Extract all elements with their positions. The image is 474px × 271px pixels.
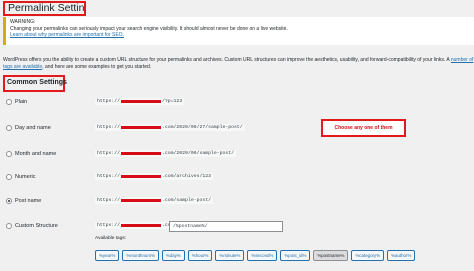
radio-month-and-name[interactable] [6,151,12,157]
option-plain[interactable]: Plain [6,97,27,107]
url-example-day-and-name: https://.com/2020/06/27/sample-post/ [95,124,245,131]
page-title: Permalink Settings [3,1,86,16]
radio-day-and-name[interactable] [6,125,12,131]
url-example-month-and-name: https://.com/2020/06/sample-post/ [95,150,236,157]
option-label-month-and-name: Month and name [15,151,57,157]
option-custom-structure[interactable]: Custom Structure [6,221,58,231]
common-settings-heading: Common Settings [3,75,67,92]
tag-button-postname[interactable]: %postname% [313,250,349,261]
tag-button-post-id[interactable]: %post_id% [280,250,311,261]
option-numeric[interactable]: Numeric [6,172,35,182]
redacted-domain [121,224,162,227]
option-label-custom-structure: Custom Structure [15,223,58,229]
redacted-domain [121,152,162,155]
option-label-post-name: Post name [15,198,42,204]
tag-button-year[interactable]: %year% [95,250,120,261]
url-example-custom-structure: https://.com [95,222,176,229]
tag-button-category[interactable]: %category% [351,250,385,261]
intro-paragraph: WordPress offers you the ability to crea… [3,57,474,70]
custom-structure-input[interactable]: /%postname%/ [169,221,283,232]
tag-button-second[interactable]: %second% [247,250,278,261]
tag-button-day[interactable]: %day% [161,250,185,261]
available-tags-label: Available tags: [95,236,127,241]
redacted-domain [121,100,162,103]
radio-numeric[interactable] [6,174,12,180]
radio-plain[interactable] [6,99,12,105]
seo-warning-notice: WARNING: Changing your permalinks can se… [3,17,474,45]
available-tags-list: %year% %monthnum% %day% %hour% %minute% … [95,250,416,261]
option-label-day-and-name: Day and name [15,125,51,131]
intro-text: WordPress offers you the ability to crea… [3,57,450,63]
option-post-name[interactable]: Post name [6,196,41,206]
url-example-post-name: https://.com/sample-post/ [95,197,213,204]
radio-custom-structure[interactable] [6,223,12,229]
option-label-plain: Plain [15,99,28,105]
radio-post-name[interactable] [6,198,12,204]
tag-button-hour[interactable]: %hour% [187,250,213,261]
redacted-domain [121,175,162,178]
url-example-numeric: https://.com/archives/123 [95,173,213,180]
tag-button-author[interactable]: %author% [387,250,416,261]
option-day-and-name[interactable]: Day and name [6,123,51,133]
tag-button-monthnum[interactable]: %monthnum% [122,250,159,261]
redacted-domain [121,199,162,202]
url-example-plain: https:///?p=123 [95,98,185,105]
redacted-domain [121,126,162,129]
intro-text-end: , and here are some examples to get you … [42,63,152,70]
seo-learn-more-link[interactable]: Learn about why permalinks are important… [10,32,124,38]
tag-button-minute[interactable]: %minute% [215,250,245,261]
option-month-and-name[interactable]: Month and name [6,149,56,159]
choose-option-callout: Choose any one of them [321,119,406,137]
option-label-numeric: Numeric [15,174,36,180]
